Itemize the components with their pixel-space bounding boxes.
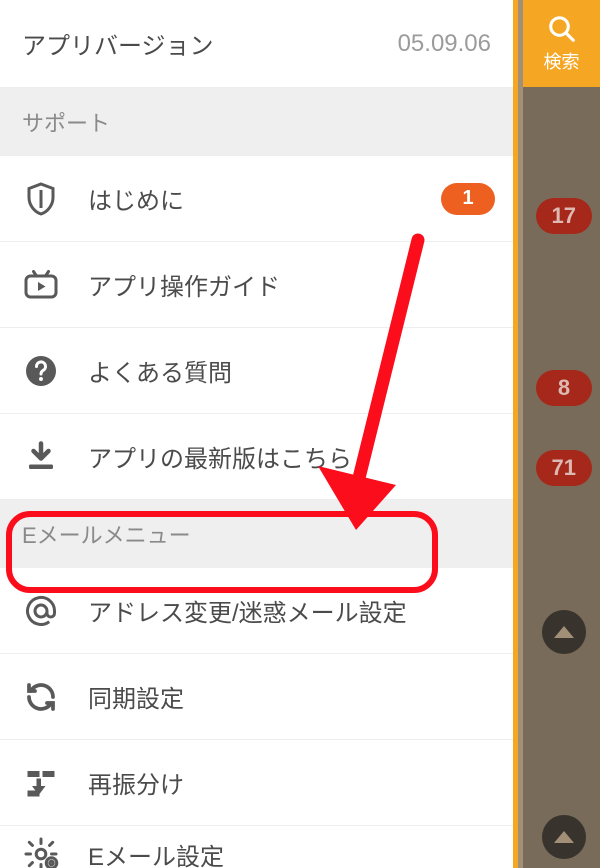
sort-icon xyxy=(22,764,60,802)
dimmed-background xyxy=(523,0,600,868)
menu-email-settings[interactable]: Eメール設定 xyxy=(0,826,513,868)
menu-latest-version[interactable]: アプリの最新版はこちら xyxy=(0,414,513,500)
at-icon xyxy=(22,592,60,630)
bg-badge-1: 17 xyxy=(536,198,592,234)
menu-item-label: Eメール設定 xyxy=(88,837,495,868)
menu-item-label: はじめに xyxy=(88,181,413,216)
gear-icon xyxy=(22,835,60,868)
menu-address-spam-settings[interactable]: アドレス変更/迷惑メール設定 xyxy=(0,568,513,654)
app-version-value: 05.09.06 xyxy=(398,30,491,58)
app-version-row: アプリバージョン 05.09.06 xyxy=(0,0,513,88)
menu-hajimeni[interactable]: はじめに 1 xyxy=(0,156,513,242)
download-icon xyxy=(22,438,60,476)
search-label: 検索 xyxy=(544,48,580,74)
menu-faq[interactable]: よくある質問 xyxy=(0,328,513,414)
menu-operation-guide[interactable]: アプリ操作ガイド xyxy=(0,242,513,328)
search-icon xyxy=(547,14,577,44)
sync-icon xyxy=(22,678,60,716)
section-support: サポート xyxy=(0,88,513,156)
menu-item-label: アプリの最新版はこちら xyxy=(88,439,495,474)
notification-badge: 1 xyxy=(441,183,495,215)
menu-item-label: アドレス変更/迷惑メール設定 xyxy=(88,593,495,628)
bg-badge-3: 71 xyxy=(536,450,592,486)
search-button[interactable]: 検索 xyxy=(523,0,600,87)
menu-resort[interactable]: 再振分け xyxy=(0,740,513,826)
settings-drawer: アプリバージョン 05.09.06 サポート はじめに 1 xyxy=(0,0,518,868)
menu-item-label: よくある質問 xyxy=(88,353,495,388)
app-version-label: アプリバージョン xyxy=(22,26,214,61)
bg-scroll-circle-2 xyxy=(542,815,586,859)
menu-item-label: アプリ操作ガイド xyxy=(88,267,495,302)
bg-scroll-circle-1 xyxy=(542,610,586,654)
shield-icon xyxy=(22,180,60,218)
menu-item-label: 同期設定 xyxy=(88,679,495,714)
bg-badge-2: 8 xyxy=(536,370,592,406)
section-email-menu: Eメールメニュー xyxy=(0,500,513,568)
menu-sync-settings[interactable]: 同期設定 xyxy=(0,654,513,740)
help-icon xyxy=(22,352,60,390)
menu-item-label: 再振分け xyxy=(88,765,495,800)
video-icon xyxy=(22,266,60,304)
